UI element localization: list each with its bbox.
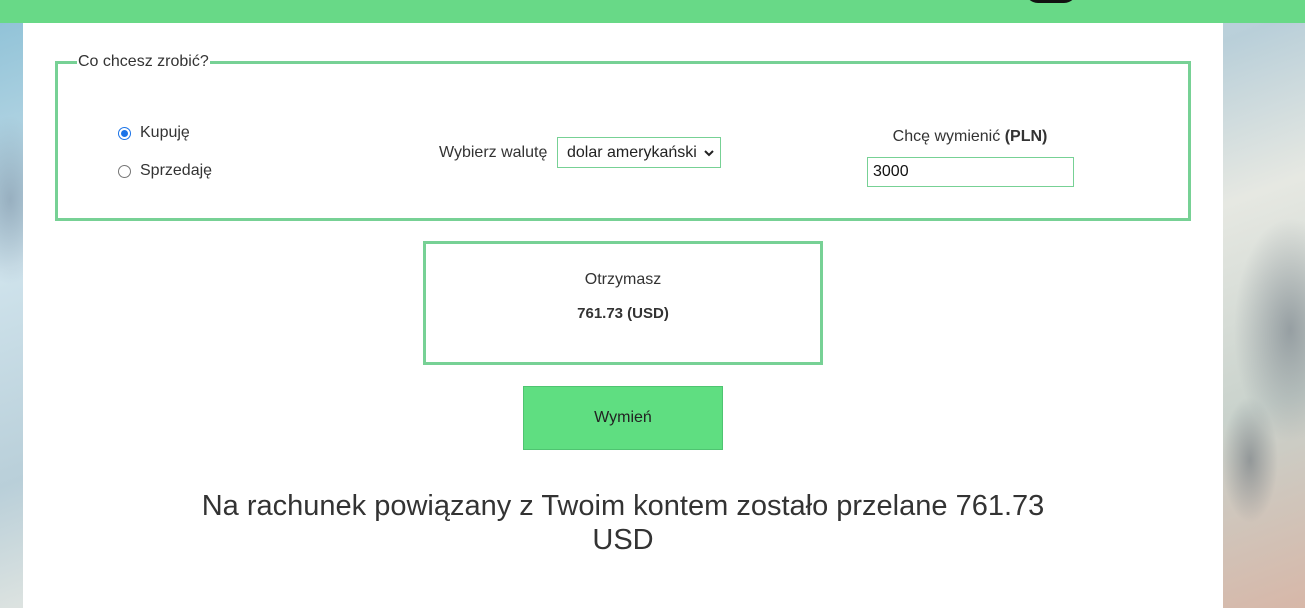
currency-select-value: dolar amerykański <box>567 143 697 161</box>
amount-input[interactable]: 3000 <box>867 157 1074 187</box>
radio-sell-control[interactable] <box>118 164 131 178</box>
exchange-panel: Co chcesz zrobić? Kupuję Sprzedaję Wybie… <box>23 23 1223 608</box>
action-fieldset: Co chcesz zrobić? Kupuję Sprzedaję Wybie… <box>55 53 1191 221</box>
amount-label-unit: (PLN) <box>1004 128 1048 145</box>
radio-sell-label: Sprzedaję <box>140 162 213 179</box>
action-legend: Co chcesz zrobić? <box>78 53 209 70</box>
logo-icon <box>1025 0 1077 3</box>
currency-select[interactable]: dolar amerykański <box>557 137 721 168</box>
amount-label-text: Chcę wymienić <box>892 128 1001 145</box>
radio-buy[interactable]: Kupuję <box>118 124 190 142</box>
top-bar <box>0 0 1305 23</box>
amount-input-value: 3000 <box>873 163 909 180</box>
chevron-down-icon <box>704 145 714 164</box>
result-box: Otrzymasz 761.73 (USD) <box>423 241 823 365</box>
amount-label: Chcę wymienić (PLN) <box>868 128 1072 146</box>
transfer-message: Na rachunek powiązany z Twoim kontem zos… <box>201 490 1045 556</box>
radio-sell[interactable]: Sprzedaję <box>118 162 212 180</box>
currency-label: Wybierz walutę <box>439 144 548 161</box>
result-value: 761.73 (USD) <box>577 305 669 322</box>
exchange-button[interactable]: Wymień <box>523 386 723 450</box>
exchange-button-label: Wymień <box>594 409 652 426</box>
radio-buy-label: Kupuję <box>140 124 190 141</box>
radio-buy-control[interactable] <box>118 126 131 140</box>
result-title: Otrzymasz <box>584 271 662 288</box>
